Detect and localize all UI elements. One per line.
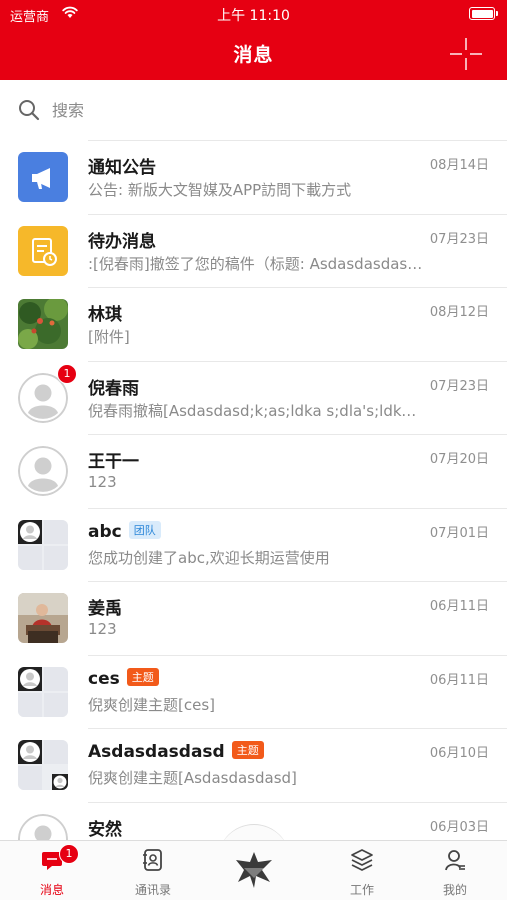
divider — [88, 654, 507, 656]
app-logo-icon[interactable] — [232, 850, 276, 890]
conversation-preview: 123 — [88, 473, 117, 491]
conversation-preview: [附件] — [88, 328, 130, 346]
divider — [88, 801, 507, 803]
conversation-date: 07月01日 — [429, 525, 489, 541]
photo-avatar — [18, 299, 68, 349]
contacts-icon — [143, 849, 162, 871]
topic-tag: 主题 — [231, 741, 264, 759]
search-icon — [19, 100, 40, 121]
conversation-name: 安然 — [88, 819, 122, 840]
tab-label: 我的 — [442, 883, 467, 897]
divider — [88, 728, 507, 729]
topic-tag: 主题 — [126, 667, 159, 686]
conversation-preview: :[倪春雨]撤签了您的稿件（标题: Asdasdasdasdasd — [88, 254, 423, 273]
conversation-item[interactable]: Asdasdasdasd 主题 06月10日 倪爽创建主题[Asdasdasdas… — [0, 728, 507, 802]
announcement-icon — [18, 152, 68, 202]
group-avatar — [18, 666, 68, 717]
default-avatar — [18, 446, 68, 496]
conversation-date: 08月12日 — [429, 305, 489, 320]
tab-label: 通讯录 — [134, 883, 171, 897]
conversation-preview: 123 — [88, 620, 117, 638]
conversation-name-text: ces — [88, 668, 120, 689]
conversation-name: 通知公告 — [88, 158, 156, 178]
conversation-date: 07月23日 — [429, 231, 489, 247]
tab-contacts[interactable]: 通讯录 — [108, 841, 198, 900]
conversation-name: Asdasdasdasd 主题 — [88, 741, 264, 762]
conversation-preview: 您成功创建了abc,欢迎长期运营使用 — [88, 548, 330, 567]
tab-unread-badge: 1 — [59, 844, 79, 864]
tab-messages[interactable]: 1 消息 — [7, 841, 97, 900]
conversation-date: 08月14日 — [429, 158, 489, 173]
conversation-name-text: Asdasdasdasd — [88, 742, 225, 762]
conversation-name: 姜禹 — [88, 599, 122, 619]
group-avatar — [18, 519, 68, 570]
divider — [88, 140, 507, 141]
conversation-item[interactable]: 林琪 08月12日 [附件] — [0, 287, 507, 361]
conversation-date: 06月11日 — [429, 599, 489, 614]
photo-avatar — [18, 593, 68, 643]
tab-work[interactable]: 工作 — [317, 841, 407, 900]
conversation-name: 林琪 — [88, 305, 122, 325]
conversation-preview: 倪春雨撤稿[Asdasdasd;k;as;ldka s;dla's;ldkas;… — [88, 401, 423, 420]
conversation-preview: 倪爽创建主题[Asdasdasdasd] — [88, 769, 297, 787]
divider — [88, 434, 507, 435]
default-avatar — [18, 813, 68, 840]
search-bar[interactable] — [0, 80, 507, 140]
conversation-name: ces 主题 — [88, 667, 159, 689]
battery-icon — [469, 7, 498, 20]
conversation-item[interactable]: 姜禹 06月11日 123 — [0, 581, 507, 655]
group-avatar — [18, 740, 68, 790]
conversation-date: 07月20日 — [429, 452, 489, 467]
conversation-item[interactable]: 王干一 07月20日 123 — [0, 434, 507, 508]
page-title: 消息 — [233, 44, 274, 66]
divider — [88, 213, 507, 215]
conversation-name: 王干一 — [88, 452, 139, 472]
divider — [88, 581, 507, 582]
add-plus-icon[interactable] — [448, 36, 484, 72]
divider — [88, 507, 507, 509]
status-time: 上午 11:10 — [217, 8, 290, 24]
conversation-item[interactable]: 通知公告 08月14日 公告: 新版大文智媒及APP訪問下載方式 — [0, 140, 507, 214]
conversation-name: abc 团队 — [88, 520, 161, 542]
conversation-name: 倪春雨 — [88, 378, 139, 399]
conversation-item[interactable]: 待办消息 07月23日 :[倪春雨]撤签了您的稿件（标题: Asdasdasda… — [0, 213, 507, 288]
conversation-date: 06月11日 — [429, 672, 489, 688]
conversation-preview: 公告: 新版大文智媒及APP訪問下載方式 — [88, 181, 352, 199]
conversation-date: 06月03日 — [429, 819, 489, 835]
profile-icon — [445, 850, 465, 871]
conversation-item[interactable]: ces 主题 06月11日 倪爽创建主题[ces] — [0, 654, 507, 729]
todo-icon — [18, 225, 68, 276]
tab-label: 工作 — [349, 883, 374, 897]
tab-profile[interactable]: 我的 — [410, 841, 500, 900]
unread-badge: 1 — [57, 363, 77, 384]
conversation-name: 待办消息 — [88, 231, 156, 252]
tab-label: 消息 — [39, 883, 64, 897]
conversation-name-text: abc — [88, 521, 122, 542]
divider — [88, 287, 507, 288]
app-header: 运营商 上午 11:10 消息 — [0, 0, 507, 80]
conversation-preview: 倪爽创建主题[ces] — [88, 695, 215, 714]
team-tag: 团队 — [128, 520, 161, 539]
conversation-date: 06月10日 — [429, 746, 489, 761]
message-list: 通知公告 08月14日 公告: 新版大文智媒及APP訪問下載方式 待办消息 07… — [0, 140, 507, 840]
layers-icon — [351, 849, 373, 871]
conversation-date: 07月23日 — [429, 378, 489, 394]
conversation-item[interactable]: 1 倪春雨 07月23日 倪春雨撤稿[Asdasdasd;k;as;ldka s… — [0, 360, 507, 435]
status-bar: 运营商 上午 11:10 — [0, 0, 507, 28]
divider — [88, 360, 507, 362]
search-input[interactable] — [52, 97, 472, 123]
conversation-item[interactable]: abc 团队 07月01日 您成功创建了abc,欢迎长期运营使用 — [0, 507, 507, 582]
